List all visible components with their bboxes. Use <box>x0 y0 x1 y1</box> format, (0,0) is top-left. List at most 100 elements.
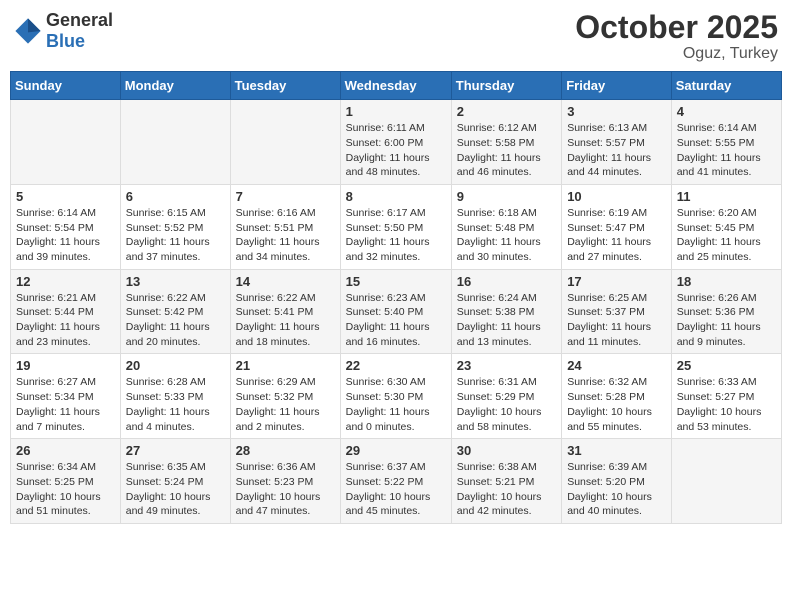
calendar-cell: 2 Sunrise: 6:12 AM Sunset: 5:58 PM Daylig… <box>451 100 561 185</box>
day-info: Sunrise: 6:29 AM Sunset: 5:32 PM Dayligh… <box>236 375 335 434</box>
day-number: 5 <box>16 189 115 204</box>
calendar-cell: 21 Sunrise: 6:29 AM Sunset: 5:32 PM Dayli… <box>230 354 340 439</box>
day-number: 19 <box>16 358 115 373</box>
page-header: General Blue October 2025 Oguz, Turkey <box>10 10 782 63</box>
day-number: 7 <box>236 189 335 204</box>
day-number: 16 <box>457 274 556 289</box>
calendar-cell: 12 Sunrise: 6:21 AM Sunset: 5:44 PM Dayli… <box>11 269 121 354</box>
calendar-cell: 24 Sunrise: 6:32 AM Sunset: 5:28 PM Dayli… <box>562 354 672 439</box>
logo-icon <box>14 17 42 45</box>
calendar-cell: 20Sunrise: 6:28 AM Sunset: 5:33 PM Dayli… <box>120 354 230 439</box>
calendar-cell: 18 Sunrise: 6:26 AM Sunset: 5:36 PM Dayli… <box>671 269 781 354</box>
calendar-cell: 7 Sunrise: 6:16 AM Sunset: 5:51 PM Daylig… <box>230 184 340 269</box>
day-header-wednesday: Wednesday <box>340 72 451 100</box>
location: Oguz, Turkey <box>575 45 778 63</box>
calendar-cell: 16 Sunrise: 6:24 AM Sunset: 5:38 PM Dayli… <box>451 269 561 354</box>
day-number: 10 <box>567 189 666 204</box>
day-header-tuesday: Tuesday <box>230 72 340 100</box>
calendar-cell: 13Sunrise: 6:22 AM Sunset: 5:42 PM Dayli… <box>120 269 230 354</box>
day-info: Sunrise: 6:13 AM Sunset: 5:57 PM Dayligh… <box>567 121 666 180</box>
day-number: 17 <box>567 274 666 289</box>
day-number: 21 <box>236 358 335 373</box>
logo-blue: Blue <box>46 31 85 51</box>
calendar-cell <box>230 100 340 185</box>
day-info: Sunrise: 6:20 AM Sunset: 5:45 PM Dayligh… <box>677 206 776 265</box>
day-info: Sunrise: 6:30 AM Sunset: 5:30 PM Dayligh… <box>346 375 446 434</box>
day-info: Sunrise: 6:15 AM Sunset: 5:52 PM Dayligh… <box>126 206 225 265</box>
calendar-cell: 23 Sunrise: 6:31 AM Sunset: 5:29 PM Dayli… <box>451 354 561 439</box>
day-number: 14 <box>236 274 335 289</box>
day-number: 12 <box>16 274 115 289</box>
calendar-cell: 25 Sunrise: 6:33 AM Sunset: 5:27 PM Dayli… <box>671 354 781 439</box>
calendar-cell: 28Sunrise: 6:36 AM Sunset: 5:23 PM Dayli… <box>230 439 340 524</box>
calendar-cell: 19Sunrise: 6:27 AM Sunset: 5:34 PM Dayli… <box>11 354 121 439</box>
day-number: 26 <box>16 443 115 458</box>
calendar-cell: 14 Sunrise: 6:22 AM Sunset: 5:41 PM Dayli… <box>230 269 340 354</box>
day-info: Sunrise: 6:37 AM Sunset: 5:22 PM Dayligh… <box>346 460 446 519</box>
calendar-week-row: 1 Sunrise: 6:11 AM Sunset: 6:00 PM Daylig… <box>11 100 782 185</box>
day-info: Sunrise: 6:22 AM Sunset: 5:41 PM Dayligh… <box>236 291 335 350</box>
calendar-header-row: SundayMondayTuesdayWednesdayThursdayFrid… <box>11 72 782 100</box>
day-number: 31 <box>567 443 666 458</box>
day-info: Sunrise: 6:25 AM Sunset: 5:37 PM Dayligh… <box>567 291 666 350</box>
day-number: 20 <box>126 358 225 373</box>
day-number: 11 <box>677 189 776 204</box>
calendar-table: SundayMondayTuesdayWednesdayThursdayFrid… <box>10 71 782 524</box>
day-number: 18 <box>677 274 776 289</box>
day-number: 22 <box>346 358 446 373</box>
day-info: Sunrise: 6:38 AM Sunset: 5:21 PM Dayligh… <box>457 460 556 519</box>
day-number: 24 <box>567 358 666 373</box>
day-info: Sunrise: 6:35 AM Sunset: 5:24 PM Dayligh… <box>126 460 225 519</box>
calendar-cell <box>671 439 781 524</box>
day-info: Sunrise: 6:33 AM Sunset: 5:27 PM Dayligh… <box>677 375 776 434</box>
day-info: Sunrise: 6:32 AM Sunset: 5:28 PM Dayligh… <box>567 375 666 434</box>
month-title: October 2025 Oguz, Turkey <box>575 10 778 63</box>
day-number: 27 <box>126 443 225 458</box>
day-info: Sunrise: 6:34 AM Sunset: 5:25 PM Dayligh… <box>16 460 115 519</box>
day-info: Sunrise: 6:21 AM Sunset: 5:44 PM Dayligh… <box>16 291 115 350</box>
day-number: 4 <box>677 104 776 119</box>
calendar-cell: 30 Sunrise: 6:38 AM Sunset: 5:21 PM Dayli… <box>451 439 561 524</box>
day-header-thursday: Thursday <box>451 72 561 100</box>
day-number: 1 <box>346 104 446 119</box>
day-header-friday: Friday <box>562 72 672 100</box>
day-header-monday: Monday <box>120 72 230 100</box>
calendar-cell: 22 Sunrise: 6:30 AM Sunset: 5:30 PM Dayli… <box>340 354 451 439</box>
day-info: Sunrise: 6:31 AM Sunset: 5:29 PM Dayligh… <box>457 375 556 434</box>
calendar-cell: 29Sunrise: 6:37 AM Sunset: 5:22 PM Dayli… <box>340 439 451 524</box>
day-info: Sunrise: 6:24 AM Sunset: 5:38 PM Dayligh… <box>457 291 556 350</box>
calendar-cell: 5 Sunrise: 6:14 AM Sunset: 5:54 PM Daylig… <box>11 184 121 269</box>
calendar-cell: 3Sunrise: 6:13 AM Sunset: 5:57 PM Daylig… <box>562 100 672 185</box>
day-number: 25 <box>677 358 776 373</box>
day-number: 2 <box>457 104 556 119</box>
calendar-week-row: 5 Sunrise: 6:14 AM Sunset: 5:54 PM Daylig… <box>11 184 782 269</box>
day-info: Sunrise: 6:14 AM Sunset: 5:54 PM Dayligh… <box>16 206 115 265</box>
calendar-cell <box>11 100 121 185</box>
day-number: 9 <box>457 189 556 204</box>
day-number: 23 <box>457 358 556 373</box>
calendar-cell: 17 Sunrise: 6:25 AM Sunset: 5:37 PM Dayli… <box>562 269 672 354</box>
day-number: 8 <box>346 189 446 204</box>
calendar-cell: 31 Sunrise: 6:39 AM Sunset: 5:20 PM Dayli… <box>562 439 672 524</box>
day-info: Sunrise: 6:17 AM Sunset: 5:50 PM Dayligh… <box>346 206 446 265</box>
calendar-cell: 4 Sunrise: 6:14 AM Sunset: 5:55 PM Daylig… <box>671 100 781 185</box>
day-info: Sunrise: 6:14 AM Sunset: 5:55 PM Dayligh… <box>677 121 776 180</box>
day-number: 28 <box>236 443 335 458</box>
day-info: Sunrise: 6:12 AM Sunset: 5:58 PM Dayligh… <box>457 121 556 180</box>
logo: General Blue <box>14 10 113 52</box>
day-info: Sunrise: 6:11 AM Sunset: 6:00 PM Dayligh… <box>346 121 446 180</box>
day-info: Sunrise: 6:39 AM Sunset: 5:20 PM Dayligh… <box>567 460 666 519</box>
logo-text: General Blue <box>46 10 113 52</box>
calendar-cell: 1 Sunrise: 6:11 AM Sunset: 6:00 PM Daylig… <box>340 100 451 185</box>
logo-general: General <box>46 10 113 30</box>
day-number: 13 <box>126 274 225 289</box>
day-info: Sunrise: 6:26 AM Sunset: 5:36 PM Dayligh… <box>677 291 776 350</box>
calendar-cell: 6Sunrise: 6:15 AM Sunset: 5:52 PM Daylig… <box>120 184 230 269</box>
day-info: Sunrise: 6:16 AM Sunset: 5:51 PM Dayligh… <box>236 206 335 265</box>
day-info: Sunrise: 6:19 AM Sunset: 5:47 PM Dayligh… <box>567 206 666 265</box>
day-number: 15 <box>346 274 446 289</box>
calendar-week-row: 26 Sunrise: 6:34 AM Sunset: 5:25 PM Dayli… <box>11 439 782 524</box>
calendar-cell: 15Sunrise: 6:23 AM Sunset: 5:40 PM Dayli… <box>340 269 451 354</box>
calendar-cell: 8 Sunrise: 6:17 AM Sunset: 5:50 PM Daylig… <box>340 184 451 269</box>
day-number: 30 <box>457 443 556 458</box>
